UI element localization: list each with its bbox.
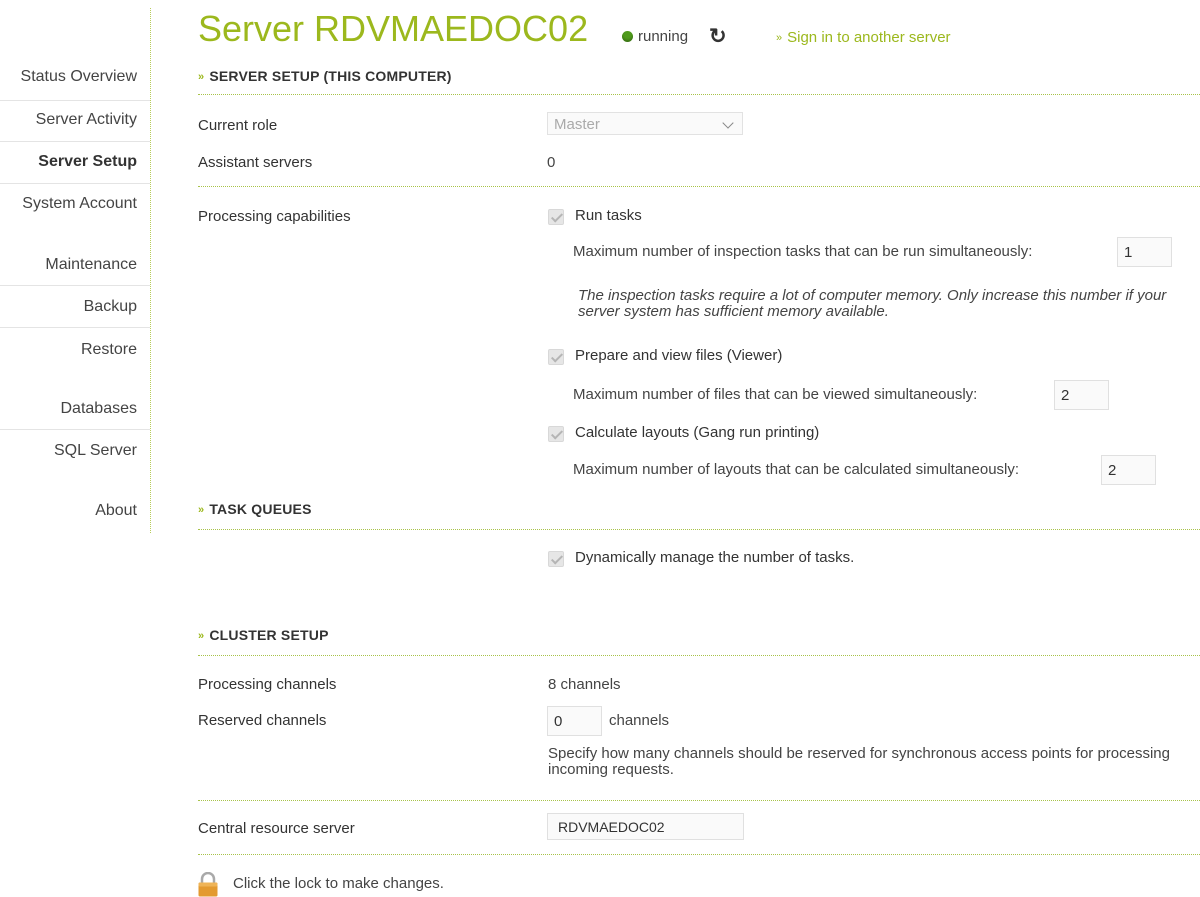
section-heading-label: TASK QUEUES	[209, 501, 312, 517]
chevron-right-icon: »	[776, 32, 783, 44]
chevron-down-icon	[722, 117, 734, 129]
sidebar-item-server-activity[interactable]: Server Activity	[36, 111, 137, 129]
status-running-icon	[622, 31, 633, 42]
section-divider	[198, 186, 1200, 187]
max-viewed-files-input[interactable]: 2	[1054, 380, 1109, 410]
sign-in-another-server-link[interactable]: » Sign in to another server	[776, 29, 951, 46]
nav-divider	[0, 100, 150, 101]
run-tasks-checkbox[interactable]	[548, 209, 564, 225]
processing-capabilities-label: Processing capabilities	[198, 208, 351, 225]
section-heading-server-setup: » SERVER SETUP (THIS COMPUTER)	[198, 68, 452, 84]
section-heading-label: SERVER SETUP (THIS COMPUTER)	[209, 68, 452, 84]
chevron-right-icon: »	[198, 504, 205, 516]
sidebar-item-system-account[interactable]: System Account	[22, 195, 137, 213]
processing-channels-label: Processing channels	[198, 676, 337, 693]
page-title: Server RDVMAEDOC02	[198, 8, 589, 49]
inspection-memory-note: The inspection tasks require a lot of co…	[578, 287, 1167, 320]
dynamic-tasks-checkbox[interactable]	[548, 551, 564, 567]
run-tasks-label: Run tasks	[575, 207, 642, 224]
section-divider	[198, 854, 1200, 855]
max-viewed-files-label: Maximum number of files that can be view…	[573, 386, 978, 403]
reserved-channels-note: Specify how many channels should be rese…	[548, 745, 1170, 778]
server-status: running	[638, 28, 689, 45]
calculate-layouts-label: Calculate layouts (Gang run printing)	[575, 424, 820, 441]
section-heading-cluster-setup: » CLUSTER SETUP	[198, 627, 329, 643]
processing-channels-value: 8 channels	[548, 676, 621, 693]
refresh-icon[interactable]: ↻	[709, 26, 727, 47]
nav-divider	[0, 429, 150, 430]
sidebar-item-restore[interactable]: Restore	[81, 341, 137, 359]
sidebar-item-status-overview[interactable]: Status Overview	[21, 68, 137, 86]
lock-icon[interactable]	[197, 872, 219, 897]
max-layouts-input[interactable]: 2	[1101, 455, 1156, 485]
sidebar-item-sql-server[interactable]: SQL Server	[54, 442, 137, 460]
section-heading-task-queues: » TASK QUEUES	[198, 501, 312, 517]
section-divider	[198, 529, 1200, 530]
current-role-select[interactable]: Master	[547, 112, 743, 135]
sidebar-item-backup[interactable]: Backup	[84, 298, 137, 316]
reserved-channels-label: Reserved channels	[198, 712, 327, 729]
sidebar-divider	[150, 8, 151, 533]
max-inspection-tasks-label: Maximum number of inspection tasks that …	[573, 243, 1033, 260]
assistant-servers-value: 0	[547, 154, 556, 171]
current-role-label: Current role	[198, 117, 278, 134]
reserved-channels-unit: channels	[609, 712, 670, 729]
section-divider	[198, 655, 1200, 656]
nav-divider	[0, 327, 150, 328]
sidebar-item-about[interactable]: About	[95, 502, 137, 520]
chevron-right-icon: »	[198, 630, 205, 642]
reserved-channels-input[interactable]: 0	[547, 706, 602, 736]
calculate-layouts-checkbox[interactable]	[548, 426, 564, 442]
max-inspection-tasks-input[interactable]: 1	[1117, 237, 1172, 267]
viewer-label: Prepare and view files (Viewer)	[575, 347, 783, 364]
max-layouts-label: Maximum number of layouts that can be ca…	[573, 461, 1020, 478]
dynamic-tasks-label: Dynamically manage the number of tasks.	[575, 549, 855, 566]
nav-divider	[0, 183, 150, 184]
section-heading-label: CLUSTER SETUP	[209, 627, 329, 643]
nav-divider	[0, 141, 150, 142]
sign-in-link-label: Sign in to another server	[787, 29, 951, 46]
assistant-servers-label: Assistant servers	[198, 154, 313, 171]
central-resource-server-input[interactable]: RDVMAEDOC02	[547, 813, 744, 840]
current-role-value: Master	[554, 116, 600, 133]
sidebar-item-maintenance[interactable]: Maintenance	[45, 256, 137, 274]
central-resource-server-label: Central resource server	[198, 820, 355, 837]
section-divider	[198, 800, 1200, 801]
viewer-checkbox[interactable]	[548, 349, 564, 365]
section-divider	[198, 94, 1200, 95]
sidebar-item-databases[interactable]: Databases	[61, 400, 138, 418]
chevron-right-icon: »	[198, 71, 205, 83]
lock-instruction: Click the lock to make changes.	[233, 875, 444, 892]
sidebar-nav: Status Overview Server Activity Server S…	[0, 0, 151, 533]
sidebar-item-server-setup[interactable]: Server Setup	[38, 153, 137, 171]
nav-divider	[0, 285, 150, 286]
